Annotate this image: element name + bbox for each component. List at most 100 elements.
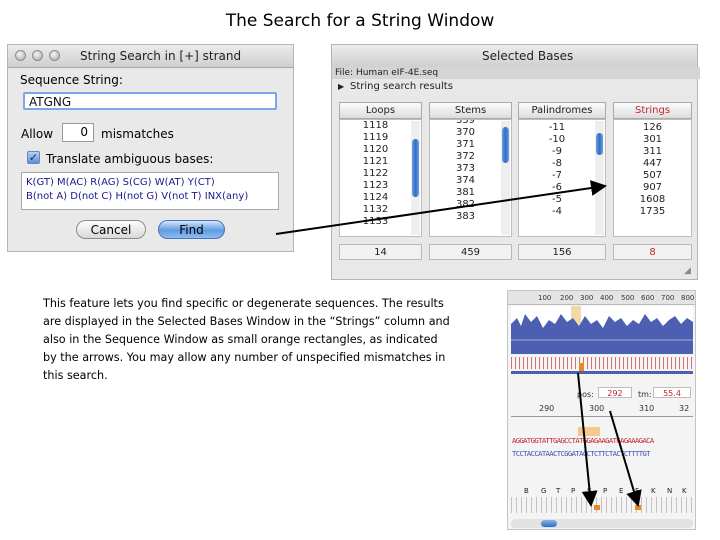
list-item[interactable]: 447 xyxy=(614,158,691,170)
bases-window-title: Selected Bases xyxy=(482,49,574,63)
description-text: This feature lets you find specific or d… xyxy=(43,297,450,382)
tm-label: tm: xyxy=(638,390,652,399)
string-hit-marker[interactable] xyxy=(594,505,600,510)
zoom-window-button[interactable] xyxy=(49,50,60,61)
list-item[interactable]: -8 xyxy=(519,158,595,170)
list-item[interactable]: 1608 xyxy=(614,194,691,206)
sequence-ruler: 290 300 310 32 xyxy=(511,402,693,417)
scrollbar-thumb[interactable] xyxy=(541,520,557,527)
minimize-window-button[interactable] xyxy=(32,50,43,61)
ambiguity-codes-box: K(GT) M(AC) R(AG) S(CG) W(AT) Y(CT) B(no… xyxy=(21,172,279,210)
list-item[interactable]: 359 xyxy=(430,120,501,127)
translate-ambiguous-checkbox[interactable]: ✓ xyxy=(27,151,40,164)
scrollbar-thumb[interactable] xyxy=(502,127,509,163)
list-item[interactable]: 126 xyxy=(614,122,691,134)
selected-bases-window: Selected Bases File: Human eIF-4E.seq ▶ … xyxy=(331,44,700,280)
code-letter: S xyxy=(587,487,592,495)
list-item[interactable]: 1119 xyxy=(340,132,411,144)
list-item[interactable]: 370 xyxy=(430,127,501,139)
mismatch-count-input[interactable]: 0 xyxy=(62,123,94,142)
column-header-strings[interactable]: Strings xyxy=(613,102,692,119)
list-item[interactable]: 382 xyxy=(430,199,501,211)
pos-label: pos: xyxy=(577,390,594,399)
list-item[interactable]: -4 xyxy=(519,206,595,218)
list-item[interactable]: 1121 xyxy=(340,156,411,168)
code-letter: K xyxy=(682,487,687,495)
column-header-label: Palindromes xyxy=(531,105,593,116)
list-item[interactable]: 1133 xyxy=(340,216,411,228)
strings-total: 8 xyxy=(613,244,692,260)
stems-scrollbar[interactable] xyxy=(501,121,510,235)
close-window-button[interactable] xyxy=(15,50,26,61)
list-item[interactable]: 1735 xyxy=(614,206,691,218)
list-item[interactable]: -7 xyxy=(519,170,595,182)
list-item[interactable]: -9 xyxy=(519,146,595,158)
list-item[interactable]: -5 xyxy=(519,194,595,206)
dialog-title: String Search in [+] strand xyxy=(80,49,242,63)
code-letter: E xyxy=(619,487,624,495)
code-letter: B xyxy=(524,487,529,495)
list-item[interactable]: 383 xyxy=(430,211,501,223)
string-hit-marker[interactable] xyxy=(579,363,584,371)
column-header-palindromes[interactable]: Palindromes xyxy=(518,102,606,119)
scrollbar-thumb[interactable] xyxy=(412,139,419,197)
sequence-string-input[interactable]: ATGNG xyxy=(23,92,277,110)
list-item[interactable]: 1132 xyxy=(340,204,411,216)
column-header-loops[interactable]: Loops xyxy=(339,102,422,119)
ruler-tick: 800 xyxy=(681,294,695,302)
list-item[interactable]: -11 xyxy=(519,122,595,134)
tm-value[interactable]: 55.4 xyxy=(653,387,691,398)
mismatches-label: mismatches xyxy=(101,127,174,141)
list-item[interactable]: 371 xyxy=(430,139,501,151)
scrollbar-thumb[interactable] xyxy=(596,133,603,155)
resize-grip-icon[interactable]: ◢ xyxy=(684,266,691,276)
list-item[interactable]: -6 xyxy=(519,182,595,194)
code-letter: P xyxy=(603,487,608,495)
pos-value[interactable]: 292 xyxy=(598,387,632,398)
string-hit-marker[interactable] xyxy=(635,505,641,510)
list-item[interactable]: 301 xyxy=(614,134,691,146)
loops-scrollbar[interactable] xyxy=(411,121,420,235)
code-letter: P xyxy=(571,487,576,495)
string-search-results-label: String search results xyxy=(350,81,453,92)
slide-title: The Search for a String Window xyxy=(225,11,495,31)
code-letter: F xyxy=(635,487,640,495)
sequence-top-strand: AGGATGGTATTGAGCCTATGGAGAAGATGAGAAAGACA xyxy=(512,436,654,445)
list-item[interactable]: 507 xyxy=(614,170,691,182)
list-item[interactable]: 907 xyxy=(614,182,691,194)
list-item[interactable]: 373 xyxy=(430,163,501,175)
dialog-titlebar: String Search in [+] strand xyxy=(8,45,293,68)
allow-label: Allow xyxy=(21,127,54,141)
ruler-tick: 300 xyxy=(589,404,605,413)
strings-list[interactable]: 126 301 311 447 507 907 1608 1735 xyxy=(613,119,692,237)
list-item[interactable]: 1122 xyxy=(340,168,411,180)
restriction-map-grid xyxy=(511,497,693,513)
palindromes-list[interactable]: -11 -10 -9 -8 -7 -6 -5 -4 xyxy=(518,119,606,237)
list-item[interactable]: 1124 xyxy=(340,192,411,204)
column-header-stems[interactable]: Stems xyxy=(429,102,512,119)
ambiguity-codes-line-2: B(not A) D(not C) H(not G) V(not T) INX(… xyxy=(26,191,249,202)
string-search-results-disclosure[interactable]: ▶ String search results xyxy=(332,80,697,94)
cancel-button[interactable]: Cancel xyxy=(76,220,146,239)
list-item[interactable]: 311 xyxy=(614,146,691,158)
code-letter: K xyxy=(651,487,656,495)
find-button[interactable]: Find xyxy=(158,220,225,239)
disclosure-triangle-icon[interactable]: ▶ xyxy=(338,80,344,94)
palindromes-scrollbar[interactable] xyxy=(595,121,604,235)
list-item[interactable]: 381 xyxy=(430,187,501,199)
code-letter: T xyxy=(556,487,561,495)
loops-total: 14 xyxy=(339,244,422,260)
list-item[interactable]: 374 xyxy=(430,175,501,187)
list-item[interactable]: 1123 xyxy=(340,180,411,192)
list-item[interactable]: 1120 xyxy=(340,144,411,156)
horizontal-scrollbar[interactable] xyxy=(511,519,693,528)
string-hit-highlight[interactable] xyxy=(578,427,600,436)
list-item[interactable]: -10 xyxy=(519,134,595,146)
base-composition-plot xyxy=(511,306,693,354)
stems-list[interactable]: 359 370 371 372 373 374 381 382 383 xyxy=(429,119,512,237)
loops-list[interactable]: 1118 1119 1120 1121 1122 1123 1124 1132 … xyxy=(339,119,422,237)
overview-ruler: 100 200 300 400 500 600 700 800 xyxy=(508,291,695,305)
list-item[interactable]: 372 xyxy=(430,151,501,163)
sequence-bottom-strand: TCCTACCATAACTCGGATACCTCTTCTACTCTTTTGT xyxy=(512,449,651,458)
list-item[interactable]: 1118 xyxy=(340,120,411,132)
